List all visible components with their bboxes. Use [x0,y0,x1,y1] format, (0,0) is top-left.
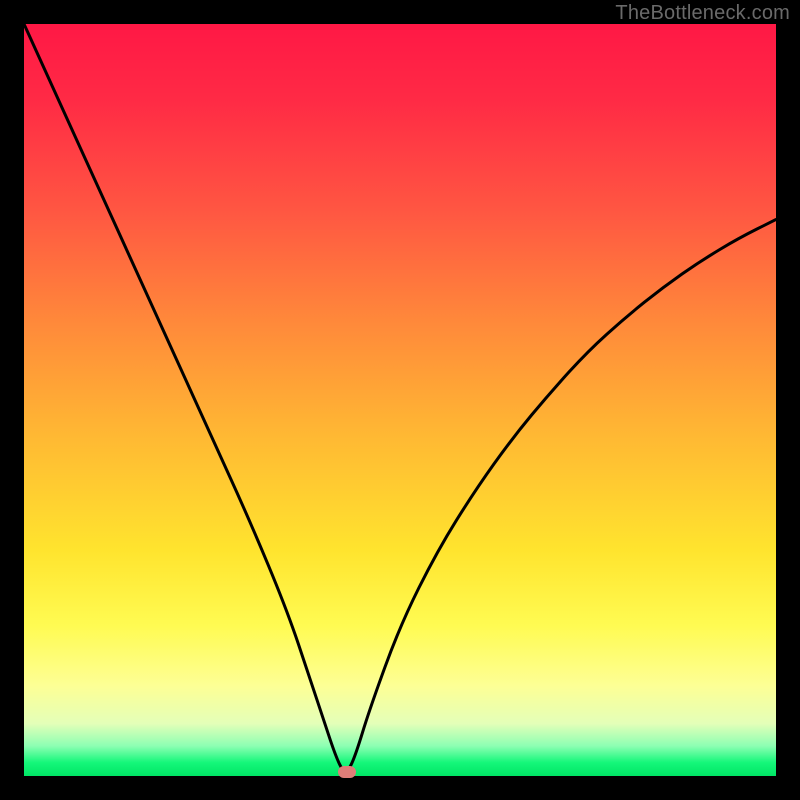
chart-frame: TheBottleneck.com [0,0,800,800]
watermark-text: TheBottleneck.com [615,2,790,25]
minimum-marker [338,766,356,778]
curve-path [24,24,776,772]
bottleneck-curve [24,24,776,776]
plot-area [24,24,776,776]
